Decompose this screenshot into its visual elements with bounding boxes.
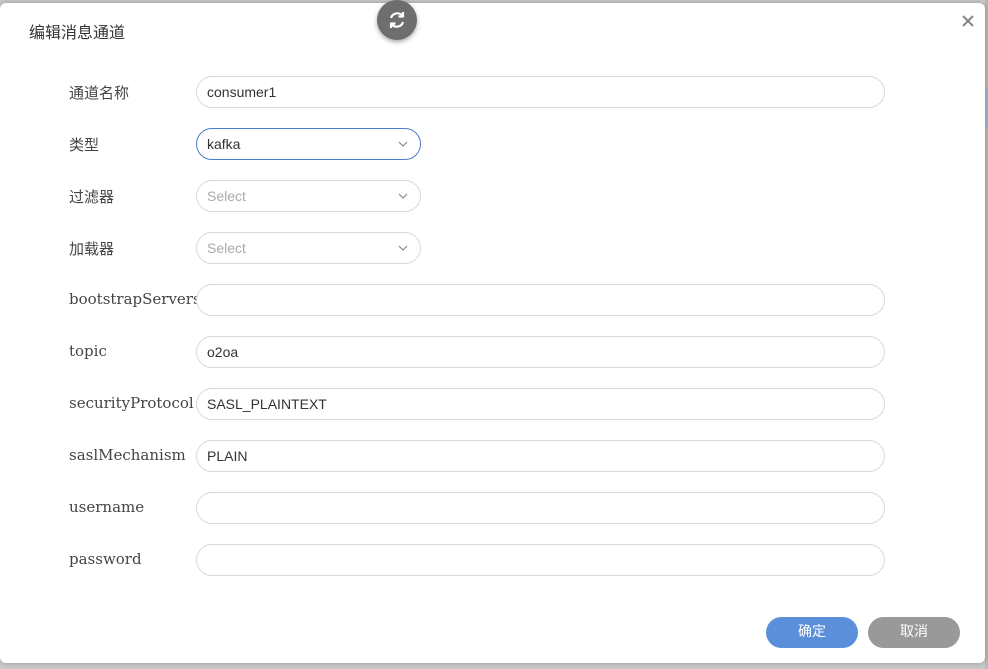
row-sasl-mechanism: saslMechanism PLAIN <box>0 440 985 472</box>
type-select[interactable]: kafka <box>196 128 421 160</box>
chevron-down-icon <box>398 193 408 199</box>
bootstrap-servers-label: bootstrapServers <box>69 290 201 308</box>
row-password: password <box>0 544 985 576</box>
refresh-icon[interactable] <box>377 0 417 40</box>
row-name: 通道名称 consumer1 <box>0 76 985 108</box>
loader-select[interactable]: Select <box>196 232 421 264</box>
row-topic: topic o2oa <box>0 336 985 368</box>
password-label: password <box>69 550 142 568</box>
security-protocol-input[interactable]: SASL_PLAINTEXT <box>196 388 885 420</box>
dialog-title: 编辑消息通道 <box>29 23 126 42</box>
name-input[interactable]: consumer1 <box>196 76 885 108</box>
bootstrap-servers-input[interactable] <box>196 284 885 316</box>
row-loader: 加载器 Select <box>0 232 985 264</box>
sasl-mechanism-input[interactable]: PLAIN <box>196 440 885 472</box>
row-type: 类型 kafka <box>0 128 985 160</box>
loader-select-placeholder: Select <box>207 240 246 256</box>
cancel-button[interactable]: 取消 <box>868 617 960 648</box>
security-protocol-label: securityProtocol <box>69 394 194 412</box>
sasl-mechanism-label: saslMechanism <box>69 446 186 464</box>
confirm-button[interactable]: 确定 <box>766 617 858 648</box>
loader-label: 加载器 <box>69 240 115 258</box>
type-select-value: kafka <box>207 136 241 152</box>
row-bootstrap-servers: bootstrapServers <box>0 284 985 316</box>
filter-select-placeholder: Select <box>207 188 246 204</box>
topic-label: topic <box>69 342 107 360</box>
filter-select[interactable]: Select <box>196 180 421 212</box>
row-username: username <box>0 492 985 524</box>
type-label: 类型 <box>69 136 100 154</box>
chevron-down-icon <box>398 141 408 147</box>
filter-label: 过滤器 <box>69 188 115 206</box>
close-icon[interactable] <box>959 12 977 30</box>
chevron-down-icon <box>398 245 408 251</box>
topic-input[interactable]: o2oa <box>196 336 885 368</box>
password-input[interactable] <box>196 544 885 576</box>
username-input[interactable] <box>196 492 885 524</box>
name-label: 通道名称 <box>69 84 130 102</box>
edit-channel-dialog: 编辑消息通道 通道名称 consumer1 类型 kafka 过滤器 Selec… <box>0 3 985 663</box>
row-filter: 过滤器 Select <box>0 180 985 212</box>
row-security-protocol: securityProtocol SASL_PLAINTEXT <box>0 388 985 420</box>
username-label: username <box>69 498 145 516</box>
